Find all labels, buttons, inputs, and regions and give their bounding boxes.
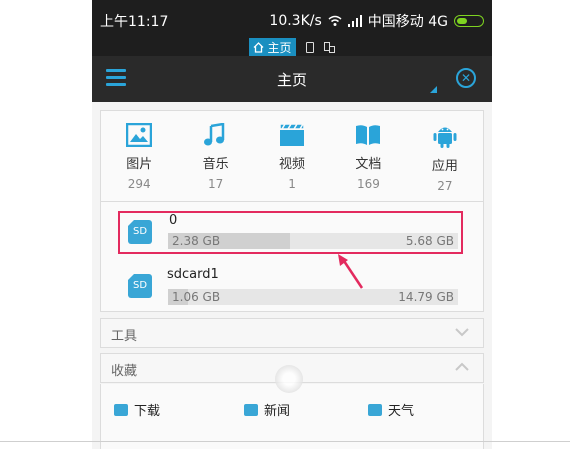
favorite-label: 新闻 <box>264 404 291 419</box>
chevron-down-icon <box>455 328 469 337</box>
tab-home-label: 主页 <box>267 40 292 55</box>
category-count: 1 <box>288 177 296 191</box>
weather-icon <box>368 403 382 416</box>
tab-phone-icon[interactable] <box>305 41 314 53</box>
chevron-up-icon <box>455 362 469 371</box>
category-name: 音乐 <box>202 157 229 172</box>
storage-bar: 1.06 GB 14.79 GB <box>168 289 458 305</box>
category-video[interactable]: 视频 1 <box>254 111 330 201</box>
status-bar: 上午11:17 10.3K/s 中国移动 4G <box>92 0 492 38</box>
tab-home[interactable]: 主页 <box>249 37 296 57</box>
category-music[interactable]: 音乐 17 <box>177 111 253 201</box>
music-icon <box>203 123 224 146</box>
category-count: 27 <box>437 179 453 193</box>
category-images[interactable]: 图片 294 <box>101 111 177 201</box>
category-count: 294 <box>127 177 151 191</box>
tab-multi-window-icon[interactable] <box>323 41 335 53</box>
category-count: 169 <box>356 177 380 191</box>
phone-screen: 上午11:17 10.3K/s 中国移动 4G 主页 主页 ✕ 图片 294 音… <box>92 0 492 449</box>
highlight-box <box>118 211 463 254</box>
download-icon <box>114 403 128 416</box>
annotation-arrow <box>338 254 364 289</box>
video-icon <box>279 123 305 146</box>
image-icon <box>126 123 153 147</box>
category-name: 应用 <box>431 159 458 174</box>
dropdown-corner-icon[interactable] <box>430 86 437 93</box>
storage-used: 1.06 GB <box>172 290 221 304</box>
category-documents[interactable]: 文档 169 <box>330 111 406 201</box>
window-tabs: 主页 <box>92 37 492 57</box>
tools-section[interactable]: 工具 <box>100 318 484 348</box>
battery-icon <box>454 15 484 27</box>
carrier-label: 中国移动 4G <box>367 14 448 30</box>
category-name: 视频 <box>279 157 306 172</box>
sd-card-icon: SD <box>128 274 152 298</box>
favorite-news[interactable]: 新闻 <box>244 400 290 419</box>
home-icon <box>254 41 264 53</box>
category-name: 图片 <box>126 157 153 172</box>
favorite-label: 下载 <box>134 404 161 419</box>
favorite-label: 天气 <box>388 404 415 419</box>
book-icon <box>356 125 381 145</box>
category-grid: 图片 294 音乐 17 视频 1 文档 169 应用 27 <box>100 110 484 202</box>
network-speed: 10.3K/s <box>269 13 322 29</box>
page-divider <box>0 441 570 442</box>
favorite-weather[interactable]: 天气 <box>368 400 414 419</box>
category-apps[interactable]: 应用 27 <box>407 111 483 201</box>
section-label: 工具 <box>111 329 138 344</box>
category-name: 文档 <box>355 157 382 172</box>
wifi-icon <box>328 15 342 26</box>
category-count: 17 <box>207 177 224 191</box>
signal-icon <box>347 15 362 27</box>
favorite-download[interactable]: 下载 <box>114 400 160 419</box>
status-time: 上午11:17 <box>100 14 169 30</box>
loading-spinner <box>275 365 303 393</box>
storage-total: 14.79 GB <box>398 290 454 304</box>
storage-name[interactable]: sdcard1 <box>167 267 219 282</box>
app-header: 主页 ✕ <box>92 56 492 102</box>
close-icon[interactable]: ✕ <box>456 68 476 88</box>
section-label: 收藏 <box>111 364 138 379</box>
news-icon <box>244 403 258 416</box>
android-icon <box>433 127 457 148</box>
